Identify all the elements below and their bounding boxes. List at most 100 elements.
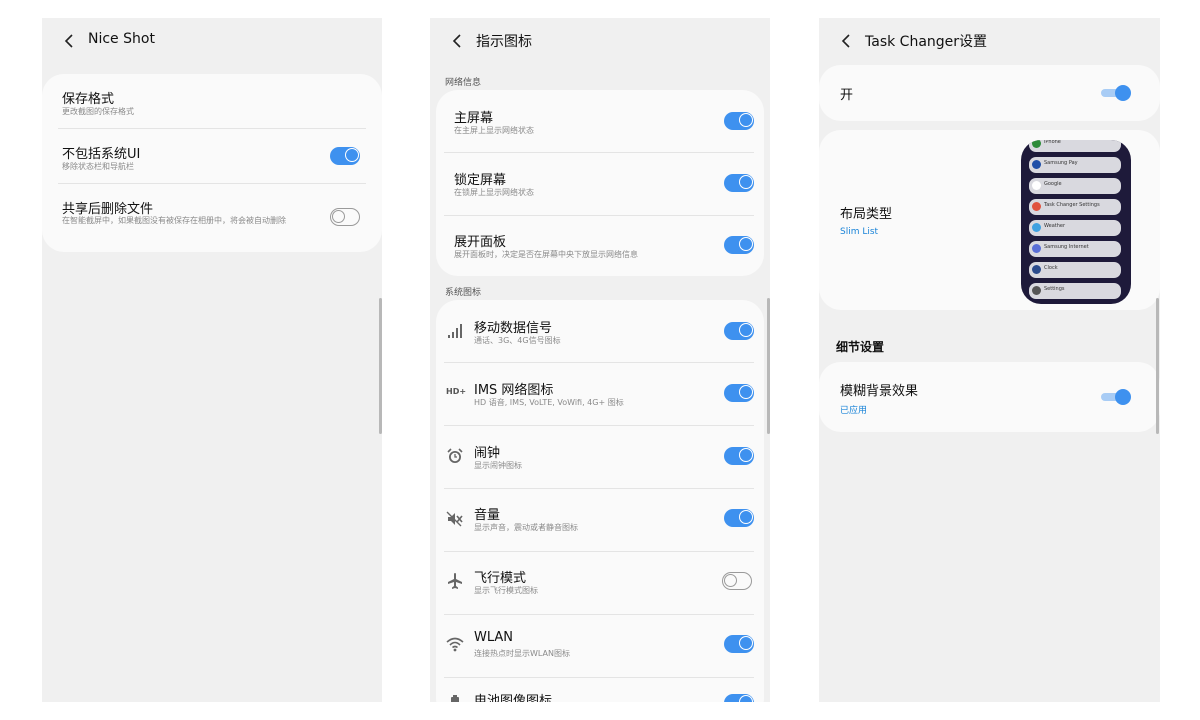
preview-app-item: Google (1029, 178, 1121, 194)
section-header-detail: 细节设置 (836, 340, 885, 354)
expand-panel-toggle[interactable] (724, 236, 754, 254)
item-subtitle: 显示飞行模式图标 (474, 586, 538, 595)
wlan-toggle[interactable] (724, 635, 754, 653)
system-icons-card: 移动数据信号 通话、3G、4G信号图标 HD+ IMS 网络图标 HD 语音, … (436, 300, 764, 702)
item-subtitle: 显示闹钟图标 (474, 461, 522, 470)
list-item-volume[interactable]: 音量 显示声音，震动或者静音图标 (436, 489, 764, 551)
app-icon (1032, 202, 1041, 211)
layout-type-title: 布局类型 (840, 207, 893, 222)
item-title: IMS 网络图标 (474, 383, 554, 398)
layout-type-value: Slim List (840, 227, 879, 237)
item-subtitle: 更改截图的保存格式 (62, 107, 134, 116)
app-icon (1032, 244, 1041, 253)
task-changer-settings-panel: Task Changer设置 开 布局类型 Slim List iPhone Sa… (819, 18, 1160, 702)
preview-app-item: Task Changer Settings (1029, 199, 1121, 215)
volume-toggle[interactable] (724, 509, 754, 527)
lock-screen-toggle[interactable] (724, 174, 754, 192)
preview-app-item: Samsung Internet (1029, 241, 1121, 257)
app-label: iPhone (1044, 140, 1061, 145)
mute-icon (446, 511, 463, 527)
item-title: 保存格式 (62, 92, 115, 107)
home-screen-toggle[interactable] (724, 112, 754, 130)
item-title: 飞行模式 (474, 571, 527, 586)
section-header-system: 系统图标 (445, 288, 482, 298)
item-subtitle: 展开面板时，决定是否在屏幕中央下放显示网络信息 (454, 250, 638, 259)
nice-shot-panel: Nice Shot 保存格式 更改截图的保存格式 不包括系统UI 移除状态栏和导… (42, 18, 382, 702)
list-item-ims[interactable]: HD+ IMS 网络图标 HD 语音, IMS, VoLTE, VoWifi, … (436, 363, 764, 425)
network-card: 主屏幕 在主屏上显示网络状态 锁定屏幕 在锁屏上显示网络状态 展开面板 展开面板… (436, 90, 764, 276)
layout-type-card[interactable]: 布局类型 Slim List iPhone Samsung Pay Google Ta… (819, 130, 1160, 310)
airplane-mode-toggle[interactable] (722, 572, 752, 590)
item-subtitle: 连接热点时显示WLAN图标 (474, 649, 571, 658)
airplane-icon (448, 573, 462, 589)
page-title: 指示图标 (476, 34, 532, 50)
preview-app-item: Settings (1029, 283, 1121, 299)
on-label: 开 (840, 88, 854, 103)
scrollbar[interactable] (1156, 298, 1159, 434)
list-item-battery[interactable]: 电池图像图标 (436, 678, 764, 702)
blur-background-card[interactable]: 模糊背景效果 已应用 (819, 362, 1160, 432)
item-subtitle: 移除状态栏和导航栏 (62, 162, 134, 171)
item-title: 展开面板 (454, 235, 507, 250)
delete-after-share-toggle[interactable] (330, 208, 360, 226)
item-subtitle: 在主屏上显示网络状态 (454, 126, 534, 135)
blur-background-value: 已应用 (840, 406, 868, 416)
app-label: Weather (1044, 223, 1066, 229)
item-subtitle: HD 语音, IMS, VoLTE, VoWifi, 4G+ 图标 (474, 398, 624, 407)
app-icon (1032, 181, 1041, 190)
page-title: Nice Shot (88, 31, 155, 47)
alarm-icon (447, 448, 463, 463)
list-item-home-screen[interactable]: 主屏幕 在主屏上显示网络状态 (436, 90, 764, 152)
mobile-data-toggle[interactable] (724, 322, 754, 340)
toggle-knob (1115, 85, 1131, 101)
app-icon (1032, 265, 1041, 274)
item-title: 锁定屏幕 (454, 173, 507, 188)
wifi-icon (446, 637, 464, 652)
master-switch-card[interactable]: 开 (819, 65, 1160, 121)
toggle-knob (1115, 389, 1131, 405)
alarm-toggle[interactable] (724, 447, 754, 465)
exclude-system-ui-toggle[interactable] (330, 147, 360, 165)
header: Nice Shot (42, 18, 382, 64)
app-label: Clock (1044, 265, 1058, 271)
list-item-airplane-mode[interactable]: 飞行模式 显示飞行模式图标 (436, 552, 764, 614)
app-label: Samsung Pay (1044, 160, 1078, 166)
list-item-lock-screen[interactable]: 锁定屏幕 在锁屏上显示网络状态 (436, 153, 764, 215)
page-title: Task Changer设置 (865, 34, 988, 50)
layout-preview-image: iPhone Samsung Pay Google Task Changer Sett… (1021, 140, 1131, 304)
settings-card: 保存格式 更改截图的保存格式 不包括系统UI 移除状态栏和导航栏 共享后删除文件… (42, 74, 382, 252)
item-subtitle: 在智能截屏中，如果截图没有被保存在相册中，将会被自动删除 (62, 216, 286, 225)
app-icon (1032, 160, 1041, 169)
blur-background-title: 模糊背景效果 (840, 384, 919, 399)
list-item-exclude-system-ui[interactable]: 不包括系统UI 移除状态栏和导航栏 (42, 129, 382, 183)
item-title: 移动数据信号 (474, 321, 553, 336)
app-icon (1032, 286, 1041, 295)
app-icon (1032, 223, 1041, 232)
list-item-wlan[interactable]: WLAN 连接热点时显示WLAN图标 (436, 615, 764, 677)
preview-app-item: Samsung Pay (1029, 157, 1121, 173)
back-arrow-icon[interactable] (450, 33, 466, 49)
indicator-icons-panel: 指示图标 网络信息 主屏幕 在主屏上显示网络状态 锁定屏幕 在锁屏上显示网络状态… (430, 18, 770, 702)
preview-app-item: Clock (1029, 262, 1121, 278)
scrollbar[interactable] (379, 298, 382, 434)
app-label: Google (1044, 181, 1062, 187)
battery-toggle[interactable] (724, 694, 754, 702)
master-switch-toggle[interactable] (1101, 85, 1131, 101)
section-header-network: 网络信息 (445, 78, 482, 88)
list-item-expand-panel[interactable]: 展开面板 展开面板时，决定是否在屏幕中央下放显示网络信息 (436, 216, 764, 276)
list-item-delete-after-share[interactable]: 共享后删除文件 在智能截屏中，如果截图没有被保存在相册中，将会被自动删除 (42, 184, 382, 252)
list-item-mobile-data[interactable]: 移动数据信号 通话、3G、4G信号图标 (436, 300, 764, 362)
list-item-alarm[interactable]: 闹钟 显示闹钟图标 (436, 426, 764, 488)
item-title: 电池图像图标 (474, 694, 553, 702)
item-title: WLAN (474, 630, 514, 645)
preview-app-item: Weather (1029, 220, 1121, 236)
list-item-save-format[interactable]: 保存格式 更改截图的保存格式 (42, 74, 382, 128)
back-arrow-icon[interactable] (839, 33, 855, 49)
header: 指示图标 (430, 18, 770, 64)
ims-toggle[interactable] (724, 384, 754, 402)
scrollbar[interactable] (767, 298, 770, 434)
blur-background-toggle[interactable] (1101, 389, 1131, 405)
back-arrow-icon[interactable] (62, 33, 78, 49)
app-icon (1032, 140, 1041, 148)
item-subtitle: 在锁屏上显示网络状态 (454, 188, 534, 197)
